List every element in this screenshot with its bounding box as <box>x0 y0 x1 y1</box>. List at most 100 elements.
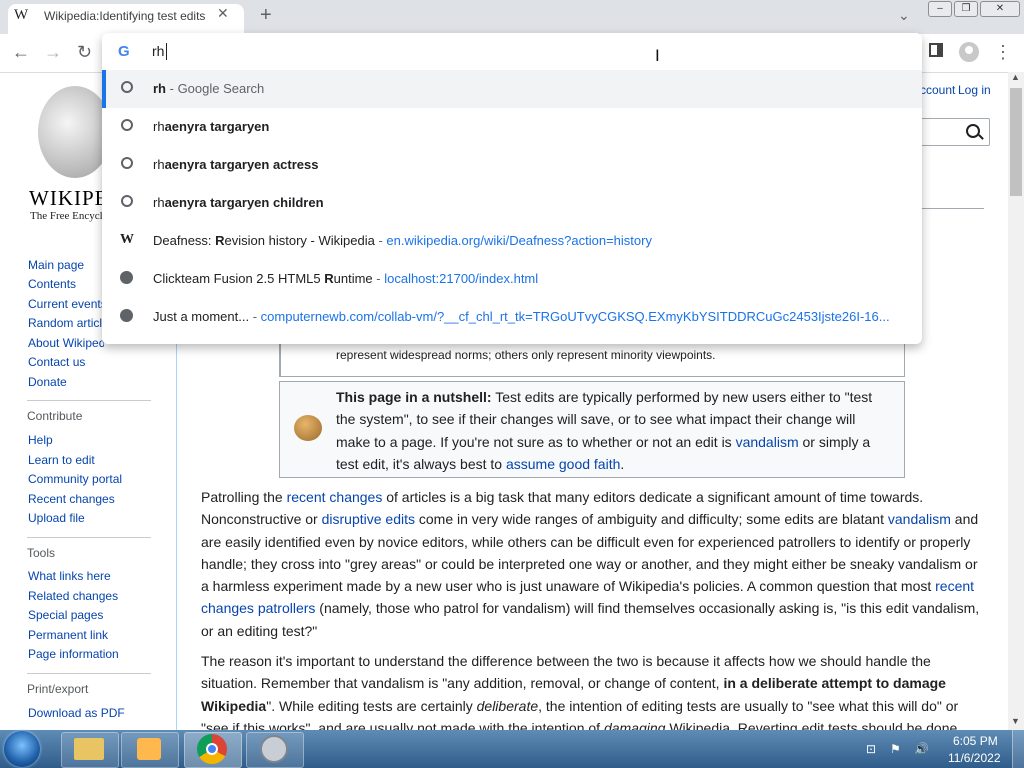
vandalism-link[interactable]: vandalism <box>736 434 799 450</box>
sidebar-item-community-portal[interactable]: Community portal <box>28 472 158 486</box>
sidebar-heading-contribute: Contribute <box>27 409 83 423</box>
sidebar-item-contact[interactable]: Contact us <box>28 355 104 369</box>
sidebar-item-download-pdf[interactable]: Download as PDF <box>28 706 158 720</box>
suggestion-title-pre: Clickteam Fusion 2.5 HTML5 <box>153 271 325 286</box>
wikipedia-globe-logo[interactable] <box>38 86 112 178</box>
reload-button[interactable]: ↻ <box>77 42 92 63</box>
sidebar-item-permanent-link[interactable]: Permanent link <box>28 628 158 642</box>
suggestion-typed: rh <box>153 195 165 210</box>
sidebar-heading-tools: Tools <box>27 546 56 560</box>
kebab-menu-icon[interactable]: ⋮ <box>994 42 1012 63</box>
folder-icon <box>74 738 104 760</box>
sidebar-item-learn-to-edit[interactable]: Learn to edit <box>28 453 158 467</box>
suggestion-title-pre: Just a moment... <box>153 309 250 324</box>
show-desktop-button[interactable] <box>1012 730 1024 768</box>
scroll-up-arrow-icon[interactable]: ▲ <box>1011 72 1020 82</box>
volume-icon[interactable]: 🔊 <box>914 742 929 756</box>
suggestion-title-post: untime <box>333 271 373 286</box>
tab-search-chevron-icon[interactable]: ⌄ <box>898 7 910 24</box>
suggestion-google-search[interactable]: rh - Google Search <box>102 70 922 108</box>
recent-changes-link[interactable]: recent changes <box>287 489 383 505</box>
new-tab-button[interactable]: + <box>260 4 272 27</box>
text-caret <box>166 43 167 60</box>
nutshell-label: This page in a nutshell: <box>336 389 492 405</box>
wikipedia-favicon-icon: W <box>14 7 29 23</box>
suggestion-completion: aenyra targaryen actress <box>164 157 319 172</box>
wikipedia-favicon-icon: W <box>120 232 134 247</box>
search-icon <box>120 81 134 95</box>
nutshell-icon <box>294 415 322 441</box>
suggestion-text: rhaenyra targaryen <box>153 119 269 134</box>
globe-icon <box>120 309 133 322</box>
omnibox-dropdown: G rh I rh - Google Search rhaenyra targa… <box>102 33 922 344</box>
suggestion-text: Just a moment... - computernewb.com/coll… <box>153 309 911 324</box>
para2-italic-1: deliberate <box>476 697 539 714</box>
assume-good-faith-link[interactable]: assume good faith <box>506 456 620 472</box>
suggestion-title-post: evision history - Wikipedia <box>224 233 375 248</box>
suggestion-url: en.wikipedia.org/wiki/Deafness?action=hi… <box>386 233 652 248</box>
scroll-down-arrow-icon[interactable]: ▼ <box>1011 716 1020 726</box>
suggestion-title-pre: Deafness: <box>153 233 216 248</box>
close-tab-icon[interactable]: ✕ <box>217 5 229 22</box>
sidebar-item-what-links-here[interactable]: What links here <box>28 569 158 583</box>
sidebar-item-special-pages[interactable]: Special pages <box>28 608 158 622</box>
vandalism-link-2[interactable]: vandalism <box>888 511 951 527</box>
suggestion-separator: - <box>249 309 261 324</box>
suggestion-detail: Google Search <box>177 81 265 96</box>
start-button[interactable] <box>4 731 40 767</box>
suggestion-text: Clickteam Fusion 2.5 HTML5 Runtime - loc… <box>153 271 538 286</box>
chrome-icon <box>197 734 227 764</box>
sidebar-item-upload-file[interactable]: Upload file <box>28 511 158 525</box>
suggestion-clickteam-runtime[interactable]: Clickteam Fusion 2.5 HTML5 Runtime - loc… <box>102 260 922 298</box>
para2-text-2: ". While editing tests are certainly <box>266 697 477 714</box>
address-input[interactable]: rh <box>152 43 164 59</box>
network-tray-icon[interactable]: ⊡ <box>866 742 876 756</box>
suggestion-typed: rh <box>153 81 166 96</box>
suggestion-completion: aenyra targaryen children <box>164 195 324 210</box>
suggestion-rhaenyra-targaryen-actress[interactable]: rhaenyra targaryen actress <box>102 146 922 184</box>
address-bar[interactable] <box>102 33 922 71</box>
disruptive-edits-link[interactable]: disruptive edits <box>322 511 415 527</box>
sidebar-item-help[interactable]: Help <box>28 433 158 447</box>
forward-button[interactable]: → <box>44 42 62 63</box>
wikipedia-wordmark: WIKIPEDIA <box>29 186 103 210</box>
sidebar-item-related-changes[interactable]: Related changes <box>28 589 158 603</box>
suggestion-rhaenyra-targaryen[interactable]: rhaenyra targaryen <box>102 108 922 146</box>
window-restore-button[interactable]: ❐ <box>954 1 978 17</box>
suggestion-just-a-moment[interactable]: Just a moment... - computernewb.com/coll… <box>102 298 922 336</box>
tab-title: Wikipedia:Identifying test edits <box>44 9 206 23</box>
search-icon <box>120 157 134 171</box>
suggestion-deafness-history[interactable]: W Deafness: Revision history - Wikipedia… <box>102 222 922 260</box>
suggestion-title-match: R <box>215 233 225 248</box>
window-close-button[interactable]: ✕ <box>980 1 1020 17</box>
sidebar-item-page-information[interactable]: Page information <box>28 647 158 661</box>
sidebar-item-contents[interactable]: Contents <box>28 277 104 291</box>
para2-italic-2: damaging <box>603 719 666 730</box>
suggestion-text: rh - Google Search <box>153 81 264 96</box>
back-button[interactable]: ← <box>12 42 30 63</box>
title-underline <box>920 208 984 209</box>
para1-text-5: (namely, those who patrol for vandalism)… <box>201 600 980 639</box>
action-center-flag-icon[interactable]: ⚑ <box>890 742 901 756</box>
nutshell-text-3: . <box>620 455 625 472</box>
suggestion-completion: aenyra targaryen <box>164 119 270 134</box>
para1-text-1: Patrolling the <box>201 489 287 505</box>
sidebar-item-random-article[interactable]: Random article <box>28 316 104 330</box>
clock-date[interactable]: 11/6/2022 <box>948 751 1001 765</box>
suggestion-rhaenyra-targaryen-children[interactable]: rhaenyra targaryen children <box>102 184 922 222</box>
window-minimize-button[interactable]: – <box>928 1 952 17</box>
scrollbar-thumb[interactable] <box>1010 88 1022 196</box>
sidebar-item-current-events[interactable]: Current events <box>28 297 104 311</box>
create-account-link[interactable]: ccount <box>920 83 955 97</box>
side-panel-icon[interactable] <box>929 43 943 57</box>
sidebar-item-main-page[interactable]: Main page <box>28 258 104 272</box>
login-link[interactable]: Log in <box>958 83 991 97</box>
suggestion-url: localhost:21700/index.html <box>384 271 539 286</box>
profile-icon[interactable] <box>959 42 979 62</box>
clock-time[interactable]: 6:05 PM <box>953 734 998 748</box>
sidebar-item-recent-changes[interactable]: Recent changes <box>28 492 158 506</box>
sidebar-item-donate[interactable]: Donate <box>28 375 104 389</box>
search-icon[interactable] <box>966 124 980 138</box>
sidebar-item-about[interactable]: About Wikipedia <box>28 336 104 350</box>
paragraph-patrolling: Patrolling the recent changes of article… <box>201 486 986 642</box>
